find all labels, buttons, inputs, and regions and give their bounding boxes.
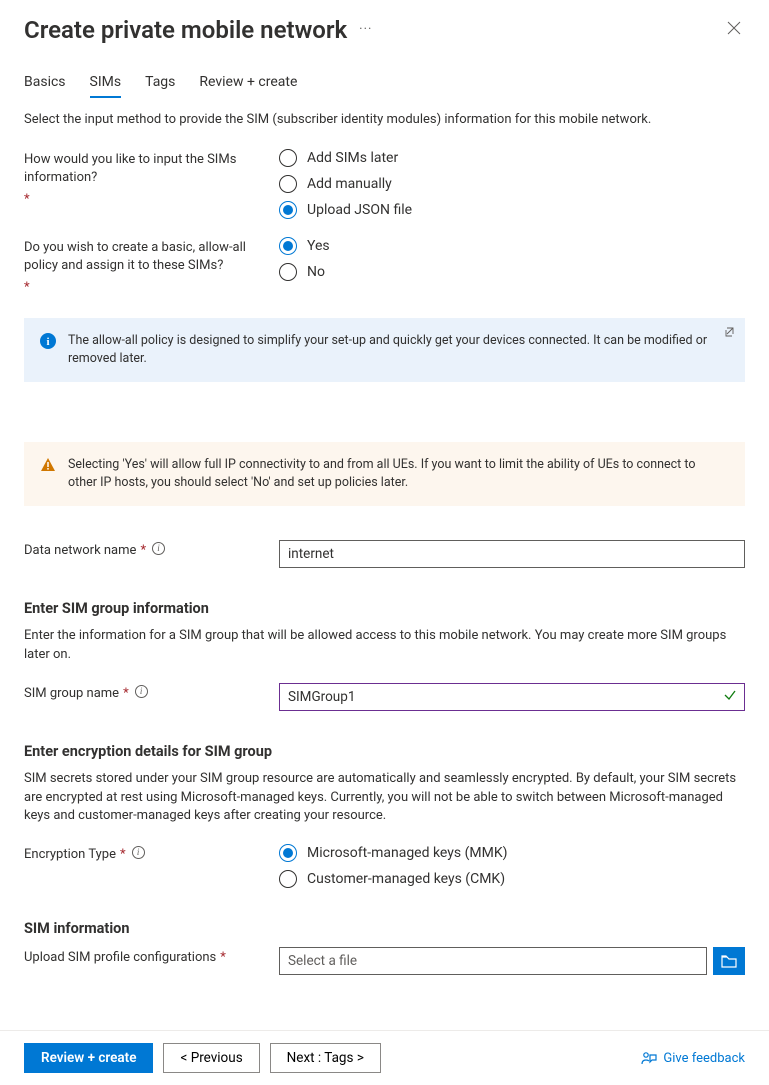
radio-label: Add SIMs later bbox=[307, 150, 398, 166]
label-input-method-text: How would you like to input the SIMs inf… bbox=[24, 151, 279, 187]
required-asterisk: * bbox=[24, 279, 30, 297]
feedback-icon bbox=[641, 1050, 657, 1066]
control-file-upload: Select a file bbox=[279, 947, 745, 975]
radio-circle-icon bbox=[279, 175, 297, 193]
data-network-name-input[interactable] bbox=[279, 540, 745, 568]
footer-bar: Review + create < Previous Next : Tags >… bbox=[0, 1030, 769, 1085]
radio-label: Add manually bbox=[307, 176, 392, 192]
radio-circle-icon bbox=[279, 237, 297, 255]
required-asterisk: * bbox=[24, 191, 30, 209]
heading-sim-information: SIM information bbox=[24, 920, 745, 937]
label-allow-all: Do you wish to create a basic, allow-all… bbox=[24, 237, 279, 298]
tooltip-icon[interactable]: i bbox=[152, 542, 165, 555]
feedback-label: Give feedback bbox=[663, 1051, 745, 1066]
tab-sims[interactable]: SIMs bbox=[90, 74, 122, 98]
review-create-button[interactable]: Review + create bbox=[24, 1043, 153, 1073]
page-title: Create private mobile network bbox=[24, 16, 347, 44]
tab-review-create[interactable]: Review + create bbox=[199, 74, 297, 98]
label-upload-sim-profile-text: Upload SIM profile configurations bbox=[24, 949, 216, 967]
radio-group-input-method: Add SIMs later Add manually Upload JSON … bbox=[279, 149, 745, 219]
row-allow-all: Do you wish to create a basic, allow-all… bbox=[24, 237, 745, 298]
radio-upload-json[interactable]: Upload JSON file bbox=[279, 201, 745, 219]
required-asterisk: * bbox=[220, 949, 226, 967]
row-data-network-name: Data network name * i bbox=[24, 540, 745, 568]
info-box-allow-all: i The allow-all policy is designed to si… bbox=[24, 318, 745, 382]
label-encryption-type-text: Encryption Type bbox=[24, 846, 116, 864]
control-sim-group-name bbox=[279, 683, 745, 711]
radio-group-allow-all: Yes No bbox=[279, 237, 745, 281]
radio-label: Yes bbox=[307, 238, 330, 254]
desc-encryption: SIM secrets stored under your SIM group … bbox=[24, 770, 745, 827]
warning-icon bbox=[40, 457, 56, 473]
radio-group-encryption: Microsoft-managed keys (MMK) Customer-ma… bbox=[279, 844, 745, 888]
file-select-input[interactable]: Select a file bbox=[279, 947, 707, 975]
more-icon[interactable]: ··· bbox=[359, 22, 372, 39]
radio-mmk[interactable]: Microsoft-managed keys (MMK) bbox=[279, 844, 745, 862]
label-encryption-type: Encryption Type * i bbox=[24, 844, 279, 864]
warning-box-ip-connectivity: Selecting 'Yes' will allow full IP conne… bbox=[24, 442, 745, 506]
radio-label: Customer-managed keys (CMK) bbox=[307, 871, 505, 887]
header-left: Create private mobile network ··· bbox=[24, 16, 372, 44]
heading-sim-group-info: Enter SIM group information bbox=[24, 600, 745, 617]
label-allow-all-text: Do you wish to create a basic, allow-all… bbox=[24, 239, 279, 275]
give-feedback-link[interactable]: Give feedback bbox=[641, 1050, 745, 1066]
desc-sim-group-info: Enter the information for a SIM group th… bbox=[24, 627, 745, 665]
valid-check-icon bbox=[723, 688, 737, 706]
radio-allow-all-no[interactable]: No bbox=[279, 263, 745, 281]
tab-tags[interactable]: Tags bbox=[145, 74, 175, 98]
label-data-network-text: Data network name bbox=[24, 542, 136, 560]
radio-label: No bbox=[307, 264, 325, 280]
radio-circle-icon bbox=[279, 870, 297, 888]
previous-button[interactable]: < Previous bbox=[163, 1043, 259, 1073]
warning-text: Selecting 'Yes' will allow full IP conne… bbox=[68, 456, 727, 492]
create-network-panel: Create private mobile network ··· Basics… bbox=[0, 0, 769, 1085]
svg-text:i: i bbox=[46, 336, 49, 348]
row-upload-sim-profile: Upload SIM profile configurations * Sele… bbox=[24, 947, 745, 975]
row-sim-group-name: SIM group name * i bbox=[24, 683, 745, 711]
radio-circle-icon bbox=[279, 844, 297, 862]
required-asterisk: * bbox=[123, 685, 129, 703]
close-button[interactable] bbox=[723, 17, 745, 43]
radio-label: Microsoft-managed keys (MMK) bbox=[307, 845, 507, 861]
popout-icon[interactable] bbox=[725, 326, 735, 342]
sim-group-name-input[interactable] bbox=[279, 683, 745, 711]
label-upload-sim-profile: Upload SIM profile configurations * bbox=[24, 947, 279, 967]
panel-header: Create private mobile network ··· bbox=[24, 16, 745, 44]
control-data-network-name bbox=[279, 540, 745, 568]
radio-circle-icon bbox=[279, 263, 297, 281]
radio-allow-all-yes[interactable]: Yes bbox=[279, 237, 745, 255]
radio-label: Upload JSON file bbox=[307, 202, 412, 218]
label-data-network-name: Data network name * i bbox=[24, 540, 279, 560]
radio-add-manually[interactable]: Add manually bbox=[279, 175, 745, 193]
label-input-method: How would you like to input the SIMs inf… bbox=[24, 149, 279, 210]
label-sim-group-name-text: SIM group name bbox=[24, 685, 119, 703]
folder-icon bbox=[721, 954, 737, 968]
required-asterisk: * bbox=[120, 846, 126, 864]
radio-circle-icon bbox=[279, 149, 297, 167]
browse-file-button[interactable] bbox=[713, 947, 745, 975]
label-sim-group-name: SIM group name * i bbox=[24, 683, 279, 703]
radio-circle-icon bbox=[279, 201, 297, 219]
required-asterisk: * bbox=[140, 542, 146, 560]
intro-text: Select the input method to provide the S… bbox=[24, 112, 745, 127]
row-encryption-type: Encryption Type * i Microsoft-managed ke… bbox=[24, 844, 745, 888]
tab-bar: Basics SIMs Tags Review + create bbox=[24, 74, 745, 98]
info-text: The allow-all policy is designed to simp… bbox=[68, 332, 727, 368]
heading-encryption: Enter encryption details for SIM group bbox=[24, 743, 745, 760]
tooltip-icon[interactable]: i bbox=[135, 685, 148, 698]
next-button[interactable]: Next : Tags > bbox=[270, 1043, 381, 1073]
info-icon: i bbox=[40, 333, 56, 349]
close-icon bbox=[727, 21, 741, 35]
tooltip-icon[interactable]: i bbox=[132, 846, 145, 859]
row-input-method: How would you like to input the SIMs inf… bbox=[24, 149, 745, 219]
tab-basics[interactable]: Basics bbox=[24, 74, 66, 98]
radio-cmk[interactable]: Customer-managed keys (CMK) bbox=[279, 870, 745, 888]
radio-add-sims-later[interactable]: Add SIMs later bbox=[279, 149, 745, 167]
